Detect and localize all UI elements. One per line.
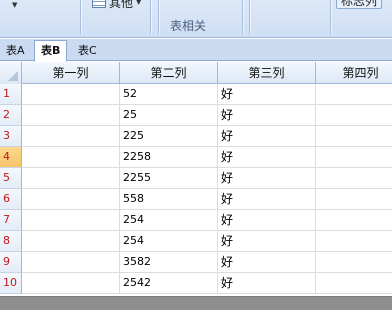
table-row: 9 3582 好 [0, 252, 392, 273]
row-header[interactable]: 10 [0, 273, 22, 294]
table-cell[interactable] [316, 189, 392, 209]
table-cell[interactable] [22, 273, 120, 293]
table-cell[interactable] [316, 105, 392, 125]
table-cell[interactable] [22, 189, 120, 209]
table-cell[interactable]: 好 [218, 189, 316, 209]
table-cell[interactable]: 225 [120, 126, 218, 146]
column-header-row: 第一列 第二列 第三列 第四列 [0, 62, 392, 84]
row-header[interactable]: 3 [0, 126, 22, 147]
ribbon-separator [242, 0, 243, 34]
table-cell[interactable]: 3582 [120, 252, 218, 272]
ribbon-separator [158, 0, 159, 34]
table-cell[interactable]: 25 [120, 105, 218, 125]
table-cell[interactable]: 好 [218, 147, 316, 167]
table-cell[interactable] [22, 252, 120, 272]
other-button[interactable]: 其他 ▼ [92, 0, 141, 10]
table-row: 8 254 好 [0, 231, 392, 252]
table-cell[interactable] [316, 273, 392, 293]
table-cell[interactable]: 好 [218, 231, 316, 251]
row-header[interactable]: 2 [0, 105, 22, 126]
table-cell[interactable] [22, 126, 120, 146]
table-row: 6 558 好 [0, 189, 392, 210]
table-cell[interactable] [22, 210, 120, 230]
row-header[interactable]: 9 [0, 252, 22, 273]
ribbon-separator [330, 0, 331, 34]
row-header[interactable]: 1 [0, 84, 22, 105]
ribbon-separator [150, 0, 151, 34]
table-cell[interactable] [316, 210, 392, 230]
table-cell[interactable] [316, 147, 392, 167]
table-cell[interactable]: 好 [218, 126, 316, 146]
table-cell[interactable]: 2255 [120, 168, 218, 188]
table-cell[interactable] [316, 252, 392, 272]
column-header-1[interactable]: 第一列 [22, 62, 120, 84]
table-cell[interactable]: 254 [120, 231, 218, 251]
ribbon-separator [80, 0, 81, 34]
table-icon [92, 0, 106, 8]
table-cell[interactable] [316, 84, 392, 104]
table-cell[interactable]: 2258 [120, 147, 218, 167]
table-cell[interactable] [22, 168, 120, 188]
table-cell[interactable]: 254 [120, 210, 218, 230]
data-grid: 第一列 第二列 第三列 第四列 1 52 好 2 25 好 3 225 好 4 2258 好 5 2255… [0, 62, 392, 296]
table-cell[interactable]: 好 [218, 105, 316, 125]
table-cell[interactable]: 52 [120, 84, 218, 104]
row-header[interactable]: 4 [0, 147, 22, 168]
ribbon-group-label: 表相关 [170, 19, 207, 33]
dropdown-arrow-icon[interactable]: ▼ [12, 1, 17, 9]
column-header-3[interactable]: 第三列 [218, 62, 316, 84]
table-cell[interactable] [22, 231, 120, 251]
table-row: 3 225 好 [0, 126, 392, 147]
table-cell[interactable] [316, 231, 392, 251]
table-cell[interactable]: 好 [218, 273, 316, 293]
tab-sheet-b[interactable]: 表B [34, 40, 68, 62]
table-cell[interactable] [316, 126, 392, 146]
ribbon-separator [249, 0, 250, 34]
table-cell[interactable]: 2542 [120, 273, 218, 293]
row-header[interactable]: 5 [0, 168, 22, 189]
table-row: 5 2255 好 [0, 168, 392, 189]
corner-triangle-icon [8, 71, 18, 81]
row-header[interactable]: 6 [0, 189, 22, 210]
other-button-label: 其他 [109, 0, 134, 10]
row-header[interactable]: 8 [0, 231, 22, 252]
table-cell[interactable] [22, 84, 120, 104]
table-cell[interactable]: 好 [218, 168, 316, 188]
row-header[interactable]: 7 [0, 210, 22, 231]
tab-sheet-c[interactable]: 表C [72, 41, 103, 61]
chevron-down-icon: ▼ [136, 0, 142, 6]
table-cell[interactable]: 558 [120, 189, 218, 209]
table-cell[interactable]: 好 [218, 84, 316, 104]
table-cell[interactable] [22, 147, 120, 167]
table-cell[interactable] [22, 105, 120, 125]
ribbon: ▼ 其他 ▼ 表相关 标志列 [0, 0, 392, 38]
sheet-tab-bar: 表A 表B 表C [0, 39, 392, 62]
table-cell[interactable]: 好 [218, 210, 316, 230]
table-cell[interactable] [316, 168, 392, 188]
table-row: 4 2258 好 [0, 147, 392, 168]
table-cell[interactable]: 好 [218, 252, 316, 272]
tab-sheet-a[interactable]: 表A [0, 41, 31, 61]
column-header-4[interactable]: 第四列 [316, 62, 392, 84]
table-row: 2 25 好 [0, 105, 392, 126]
table-row: 1 52 好 [0, 84, 392, 105]
table-row: 10 2542 好 [0, 273, 392, 294]
status-bar [0, 296, 392, 310]
table-row: 7 254 好 [0, 210, 392, 231]
flag-column-button[interactable]: 标志列 [336, 0, 383, 9]
column-header-2[interactable]: 第二列 [120, 62, 218, 84]
select-all-corner[interactable] [0, 62, 22, 84]
